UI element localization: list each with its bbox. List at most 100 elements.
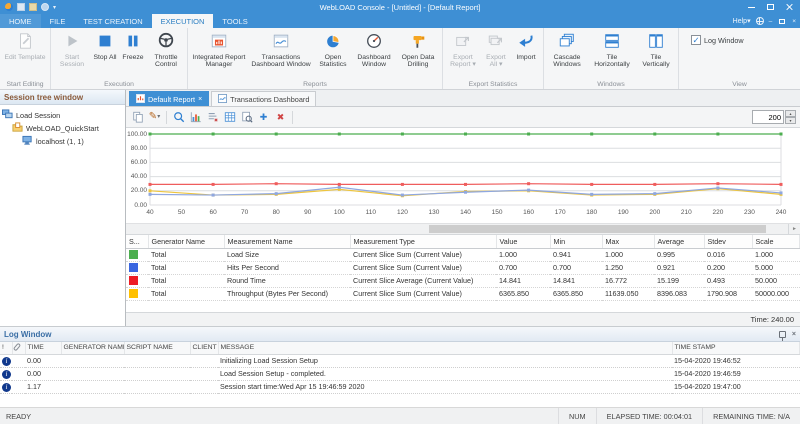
table-row[interactable]: Total Throughput (Bytes Per Second) Curren… — [126, 287, 800, 301]
mdi-restore-button[interactable] — [777, 15, 787, 27]
log-column-header[interactable]: TIME — [25, 342, 62, 355]
series-color-swatch — [129, 250, 138, 260]
tab-tools[interactable]: TOOLS — [213, 14, 256, 28]
log-column-header[interactable]: ! — [0, 342, 13, 355]
open-icon[interactable] — [29, 3, 37, 11]
add-measurement-icon[interactable]: ✚ — [257, 110, 270, 125]
table-row[interactable]: Total Load Size Current Slice Sum (Current… — [126, 248, 800, 262]
log-row[interactable]: i 0.00 Initializing Load Session Setup 15-0… — [0, 354, 800, 368]
scrollbar-thumb[interactable] — [429, 225, 767, 233]
table-row[interactable]: Total Hits Per Second Current Slice Sum (C… — [126, 261, 800, 275]
log-column-header[interactable]: TIME STAMP — [672, 342, 800, 355]
x-tick-label: 220 — [712, 209, 724, 216]
quick-access-toolbar: ▾ — [0, 3, 56, 11]
globe-icon[interactable] — [755, 17, 764, 25]
data-grid-icon[interactable] — [223, 110, 236, 125]
log-cell-time: 0.00 — [25, 354, 61, 368]
tab-default-report[interactable]: Default Report × — [129, 91, 210, 106]
tree-item-load-session[interactable]: Load Session — [1, 109, 123, 122]
sample-count-input[interactable] — [752, 110, 784, 124]
cell-max: 11639.050 — [602, 287, 654, 301]
x-tick-label: 110 — [365, 209, 377, 216]
spinner-down-button[interactable]: ▾ — [785, 117, 796, 124]
minimize-button[interactable] — [742, 1, 760, 13]
stats-column-header[interactable]: Average — [654, 235, 705, 249]
zoom-reset-icon[interactable] — [172, 110, 185, 125]
cell-generator: Total — [148, 274, 224, 288]
preview-icon[interactable] — [240, 110, 253, 125]
log-close-icon[interactable]: × — [792, 331, 796, 338]
tile-vertically-button[interactable]: Tile Vertically — [636, 31, 676, 70]
export-all-button[interactable]: Export All ▾ — [481, 31, 511, 70]
tab-transactions-dashboard[interactable]: Transactions Dashboard — [211, 91, 317, 106]
dashboard-window-button[interactable]: Dashboard Window — [352, 31, 396, 70]
close-button[interactable] — [780, 1, 798, 13]
help-menu[interactable]: Help▾ — [733, 17, 751, 25]
spinner-up-button[interactable]: ▴ — [785, 110, 796, 117]
document-tabs: Default Report × Transactions Dashboard — [126, 90, 800, 107]
log-column-header[interactable]: MESSAGE — [218, 342, 673, 355]
restore-button[interactable] — [761, 1, 779, 13]
transactions-dashboard-window-button[interactable]: Transactions Dashboard Window — [248, 31, 314, 70]
cascade-windows-button[interactable]: Cascade Windows — [546, 31, 588, 70]
edit-template-button[interactable]: Edit Template — [2, 31, 48, 62]
info-severity-icon: i — [2, 382, 11, 392]
close-tab-icon[interactable]: × — [198, 96, 202, 103]
copy-icon[interactable] — [131, 110, 144, 125]
drill-icon — [409, 32, 427, 53]
chart-options-icon[interactable] — [189, 110, 202, 125]
app-logo-icon[interactable] — [5, 3, 13, 11]
tree-item-quickstart[interactable]: WebLOAD_QuickStart — [2, 122, 123, 135]
stats-column-header[interactable]: Measurement Type — [350, 235, 497, 249]
throttle-control-button[interactable]: Throttle Control — [147, 31, 185, 70]
log-column-header[interactable]: CLIENT ... — [190, 342, 219, 355]
stats-column-header[interactable]: S... — [126, 235, 149, 249]
tab-file[interactable]: FILE — [41, 14, 75, 28]
freeze-button[interactable]: Freeze — [119, 31, 147, 62]
open-statistics-button[interactable]: Open Statistics — [314, 31, 352, 70]
cell-min: 14.841 — [550, 274, 602, 288]
export-report-button[interactable]: Export Report ▾ — [445, 31, 481, 70]
stats-column-header[interactable]: Max — [602, 235, 655, 249]
scrollbar-arrow-icon[interactable]: ► — [788, 224, 800, 234]
qat-customize-caret-icon[interactable]: ▾ — [53, 4, 56, 11]
tab-home[interactable]: HOME — [0, 14, 41, 28]
chart-horizontal-scrollbar[interactable]: ► — [126, 223, 800, 235]
statistics-table: S... Generator Name Measurement Name Measur… — [126, 235, 800, 301]
stats-column-header[interactable]: Scale — [752, 235, 800, 249]
stats-column-header[interactable]: Measurement Name — [224, 235, 351, 249]
log-column-header[interactable]: GENERATOR NAME — [61, 342, 125, 355]
integrated-report-manager-button[interactable]: Integrated Report Manager — [190, 31, 248, 70]
cell-stdev: 0.016 — [704, 248, 752, 262]
save-icon[interactable] — [17, 3, 25, 11]
start-session-button[interactable]: Start Session — [53, 31, 91, 70]
log-cell-generator — [61, 367, 124, 381]
x-tick-label: 150 — [491, 209, 503, 216]
cell-value: 6365.850 — [496, 287, 550, 301]
edit-pen-icon[interactable]: ✎ ▾ — [148, 110, 161, 125]
ribbon-tab-row: HOME FILE TEST CREATION EXECUTION TOOLS … — [0, 14, 800, 28]
tile-horizontally-button[interactable]: Tile Horizontally — [588, 31, 636, 70]
stats-column-header[interactable]: Stdev — [704, 235, 753, 249]
tab-execution[interactable]: EXECUTION — [151, 14, 214, 28]
tree-item-localhost[interactable]: localhost (1, 1) — [2, 135, 123, 148]
tab-test-creation[interactable]: TEST CREATION — [74, 14, 151, 28]
log-column-header[interactable]: SCRIPT NAME — [124, 342, 191, 355]
table-row[interactable]: Total Round Time Current Slice Average (Cu… — [126, 274, 800, 288]
stats-column-header[interactable]: Min — [550, 235, 603, 249]
stop-all-button[interactable]: Stop All — [91, 31, 119, 62]
remove-measurement-icon[interactable]: ✖ — [274, 110, 287, 125]
mdi-close-button[interactable]: × — [792, 18, 796, 25]
log-row[interactable]: i 0.00 Load Session Setup - completed. 15-0… — [0, 367, 800, 381]
log-column-header[interactable] — [12, 342, 26, 355]
open-data-drilling-button[interactable]: Open Data Drilling — [396, 31, 440, 70]
show-values-icon[interactable] — [206, 110, 219, 125]
import-button[interactable]: Import — [511, 31, 541, 62]
stats-column-header[interactable]: Generator Name — [148, 235, 225, 249]
pin-icon[interactable] — [778, 330, 786, 341]
mdi-minimize-button[interactable]: – — [769, 18, 773, 25]
info-icon[interactable] — [41, 3, 49, 11]
stats-column-header[interactable]: Value — [496, 235, 551, 249]
log-row[interactable]: i 1.17 Session start time:Wed Apr 15 19:46… — [0, 380, 800, 394]
log-window-checkbox[interactable]: ✓ Log Window — [691, 35, 744, 45]
